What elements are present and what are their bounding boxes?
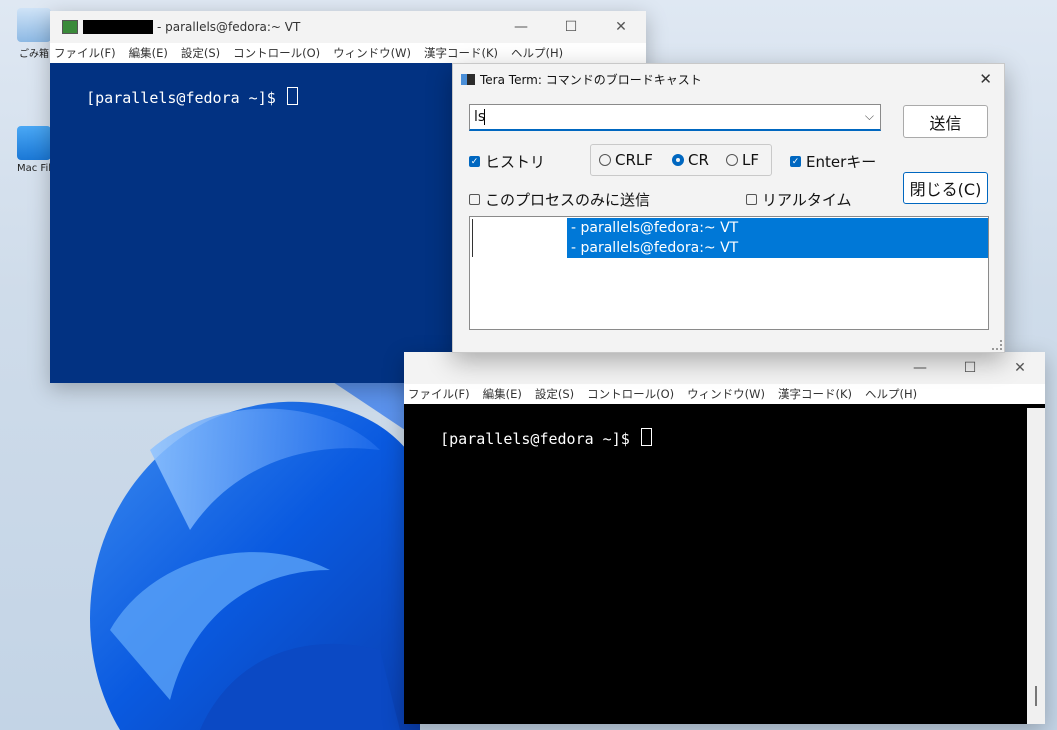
radio-icon: [599, 154, 611, 166]
menu-control[interactable]: コントロール(O): [233, 45, 320, 61]
send-button[interactable]: 送信: [903, 105, 988, 138]
menu-edit[interactable]: 編集(E): [483, 386, 522, 402]
checkbox-unchecked-icon: [469, 194, 480, 205]
realtime-checkbox[interactable]: リアルタイム: [746, 189, 852, 210]
menu-bar: ファイル(F) 編集(E) 設定(S) コントロール(O) ウィンドウ(W) 漢…: [50, 43, 646, 63]
menu-help[interactable]: ヘルプ(H): [865, 386, 917, 402]
menu-window[interactable]: ウィンドウ(W): [687, 386, 765, 402]
radio-selected-icon: [672, 154, 684, 166]
teraterm-icon: [461, 73, 475, 85]
checkbox-checked-icon: ✓: [790, 156, 801, 167]
menu-window[interactable]: ウィンドウ(W): [333, 45, 411, 61]
broadcast-dialog[interactable]: Tera Term: コマンドのブロードキャスト ✕ ls ⌵ 送信 閉じる(C…: [452, 63, 1005, 353]
close-icon[interactable]: ✕: [596, 11, 646, 43]
terminal-cursor: [640, 428, 652, 446]
history-checkbox[interactable]: ✓ ヒストリ: [469, 151, 545, 172]
minimize-icon[interactable]: —: [895, 352, 945, 384]
checkbox-checked-icon: ✓: [469, 156, 480, 167]
text-caret: [484, 109, 485, 125]
menu-file[interactable]: ファイル(F): [54, 45, 116, 61]
radio-crlf-label: CRLF: [615, 151, 653, 169]
menu-edit[interactable]: 編集(E): [129, 45, 168, 61]
close-icon[interactable]: ✕: [995, 352, 1045, 384]
maximize-icon[interactable]: ☐: [546, 11, 596, 43]
menu-settings[interactable]: 設定(S): [181, 45, 220, 61]
dialog-titlebar[interactable]: Tera Term: コマンドのブロードキャスト ✕: [453, 64, 1004, 94]
command-combobox[interactable]: ls ⌵: [469, 104, 881, 131]
redacted-title-block: [83, 20, 153, 34]
menu-control[interactable]: コントロール(O): [587, 386, 674, 402]
enter-key-checkbox[interactable]: ✓ Enterキー: [790, 151, 876, 172]
dialog-title: Tera Term: コマンドのブロードキャスト: [480, 72, 702, 87]
teraterm-icon: [62, 20, 78, 34]
menu-kanji[interactable]: 漢字コード(K): [778, 386, 852, 402]
recycle-bin-icon: [17, 8, 51, 42]
chevron-down-icon[interactable]: ⌵: [865, 109, 874, 124]
this-process-only-checkbox[interactable]: このプロセスのみに送信: [469, 189, 650, 210]
maximize-icon[interactable]: ☐: [945, 352, 995, 384]
checkbox-unchecked-icon: [746, 194, 757, 205]
list-item[interactable]: - parallels@fedora:~ VT: [567, 218, 988, 238]
radio-lf[interactable]: LF: [726, 151, 759, 169]
radio-cr-label: CR: [688, 151, 709, 169]
menu-kanji[interactable]: 漢字コード(K): [424, 45, 498, 61]
terminal-area[interactable]: [parallels@fedora ~]$: [50, 69, 298, 125]
radio-icon: [726, 154, 738, 166]
radio-cr[interactable]: CR: [672, 151, 709, 169]
resize-grip-icon[interactable]: [992, 340, 1002, 350]
list-item[interactable]: - parallels@fedora:~ VT: [567, 238, 988, 258]
history-label: ヒストリ: [485, 153, 546, 171]
menu-help[interactable]: ヘルプ(H): [511, 45, 563, 61]
window-listbox[interactable]: - parallels@fedora:~ VT - parallels@fedo…: [469, 216, 989, 330]
close-icon[interactable]: ✕: [979, 70, 992, 88]
terminal-prompt: [parallels@fedora ~]$: [86, 89, 285, 107]
list-focus-line: [472, 219, 473, 257]
scrollbar-track[interactable]: [1027, 408, 1045, 724]
scrollbar-thumb[interactable]: [1035, 686, 1037, 706]
realtime-label: リアルタイム: [762, 191, 852, 209]
radio-lf-label: LF: [742, 151, 759, 169]
menu-file[interactable]: ファイル(F): [408, 386, 470, 402]
radio-crlf[interactable]: CRLF: [599, 151, 653, 169]
terminal-window-2[interactable]: — ☐ ✕ ファイル(F) 編集(E) 設定(S) コントロール(O) ウィンド…: [404, 352, 1045, 724]
terminal-area[interactable]: [parallels@fedora ~]$: [404, 410, 652, 466]
window-title: - parallels@fedora:~ VT: [157, 20, 301, 34]
enter-key-label: Enterキー: [806, 153, 877, 171]
minimize-icon[interactable]: —: [496, 11, 546, 43]
close-button[interactable]: 閉じる(C): [903, 172, 988, 204]
this-process-only-label: このプロセスのみに送信: [485, 191, 651, 209]
folder-icon: [17, 126, 51, 160]
window-titlebar[interactable]: — ☐ ✕: [404, 352, 1045, 384]
terminal-prompt: [parallels@fedora ~]$: [440, 430, 639, 448]
menu-bar: ファイル(F) 編集(E) 設定(S) コントロール(O) ウィンドウ(W) 漢…: [404, 384, 1045, 404]
terminal-cursor: [286, 87, 298, 105]
window-titlebar[interactable]: - parallels@fedora:~ VT — ☐ ✕: [50, 11, 646, 43]
menu-settings[interactable]: 設定(S): [535, 386, 574, 402]
